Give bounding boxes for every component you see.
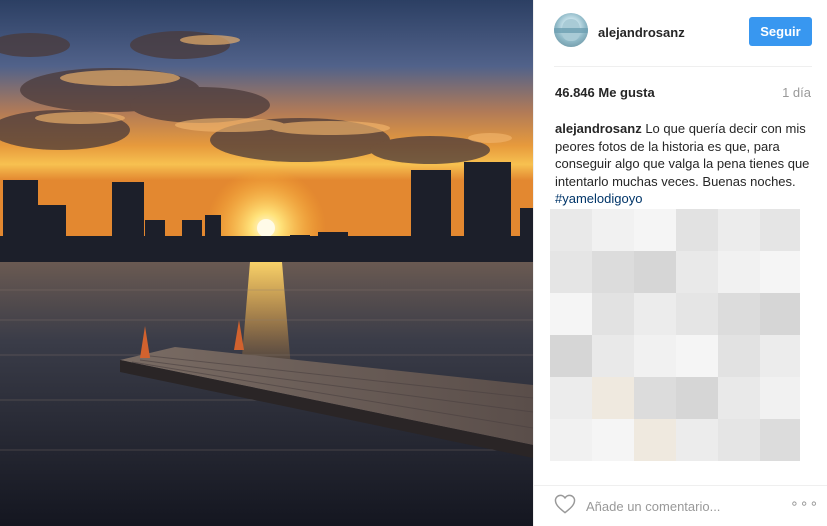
- blurred-comment-cell: [592, 335, 634, 377]
- post-footer: ∘∘∘: [534, 485, 827, 526]
- blurred-comment-cell: [550, 209, 592, 251]
- blurred-comment-cell: [760, 419, 800, 461]
- blurred-comment-cell: [592, 377, 634, 419]
- blurred-comments: [550, 209, 800, 477]
- blurred-comment-cell: [550, 335, 592, 377]
- blurred-comment-cell: [718, 209, 760, 251]
- post-caption: alejandrosanz Lo que quería decir con mi…: [555, 120, 817, 208]
- post-header: alejandrosanz Seguir: [534, 0, 827, 66]
- blurred-comment-cell: [760, 251, 800, 293]
- blurred-comment-cell: [760, 293, 800, 335]
- post-side-panel: alejandrosanz Seguir 46.846 Me gusta 1 d…: [533, 0, 827, 526]
- blurred-comment-cell: [718, 377, 760, 419]
- blurred-comment-cell: [592, 293, 634, 335]
- blurred-comment-cell: [718, 251, 760, 293]
- blurred-comment-cell: [592, 419, 634, 461]
- comment-input[interactable]: [586, 496, 776, 516]
- blurred-comment-cell: [676, 335, 718, 377]
- blurred-comment-cell: [634, 251, 676, 293]
- post-photo[interactable]: [0, 0, 533, 526]
- avatar[interactable]: [554, 13, 588, 47]
- sunset-photo-image: [0, 0, 533, 526]
- blurred-comment-cell: [718, 293, 760, 335]
- blurred-comment-cell: [634, 419, 676, 461]
- hashtag-link[interactable]: #yamelodigoyo: [555, 191, 642, 206]
- blurred-comment-cell: [676, 209, 718, 251]
- blurred-comment-cell: [550, 377, 592, 419]
- blurred-comment-cell: [634, 209, 676, 251]
- blurred-comment-cell: [676, 419, 718, 461]
- heart-icon[interactable]: [554, 494, 576, 514]
- blurred-comment-cell: [718, 335, 760, 377]
- blurred-comment-cell: [592, 251, 634, 293]
- blurred-comment-cell: [592, 209, 634, 251]
- post-timestamp[interactable]: 1 día: [782, 85, 811, 100]
- blurred-comment-cell: [676, 377, 718, 419]
- blurred-comment-cell: [550, 419, 592, 461]
- follow-button[interactable]: Seguir: [749, 17, 812, 46]
- blurred-comment-cell: [634, 335, 676, 377]
- likes-count[interactable]: 46.846 Me gusta: [555, 85, 655, 100]
- blurred-comment-cell: [676, 251, 718, 293]
- blurred-comment-cell: [634, 293, 676, 335]
- avatar-band: [554, 28, 588, 33]
- blurred-comment-cell: [676, 293, 718, 335]
- blurred-comment-cell: [550, 293, 592, 335]
- header-divider: [554, 66, 812, 67]
- blurred-comment-cell: [634, 377, 676, 419]
- blurred-comment-cell: [760, 335, 800, 377]
- blurred-comment-cell: [550, 251, 592, 293]
- blurred-comment-cell: [760, 377, 800, 419]
- caption-username-link[interactable]: alejandrosanz: [555, 121, 642, 136]
- blurred-comment-cell: [718, 419, 760, 461]
- more-options-icon[interactable]: ∘∘∘: [790, 495, 819, 512]
- instagram-post: alejandrosanz Seguir 46.846 Me gusta 1 d…: [0, 0, 827, 526]
- username-link[interactable]: alejandrosanz: [598, 25, 685, 40]
- blurred-comment-cell: [760, 209, 800, 251]
